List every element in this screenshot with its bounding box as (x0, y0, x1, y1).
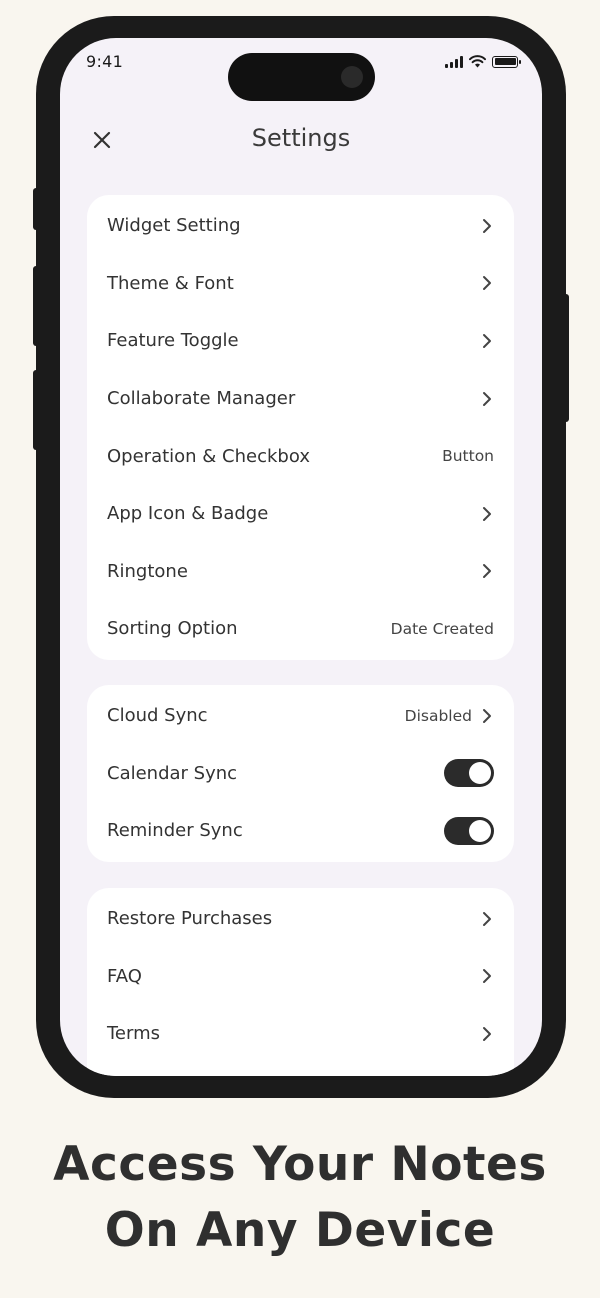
settings-group-support: Restore Purchases FAQ Terms (87, 888, 514, 1076)
settings-row-reminder-sync[interactable]: Reminder Sync (87, 802, 514, 860)
settings-row-label: Widget Setting (107, 215, 241, 237)
settings-row-accessory (444, 759, 494, 788)
settings-row-label: Calendar Sync (107, 762, 238, 784)
toggle-switch[interactable] (444, 816, 494, 845)
cellular-signal-icon (445, 55, 463, 68)
dynamic-island (228, 53, 375, 101)
settings-row-cloud-sync[interactable]: Cloud Sync Disabled (87, 687, 514, 745)
chevron-right-icon (480, 275, 494, 291)
settings-row-calendar-sync[interactable]: Calendar Sync (87, 745, 514, 803)
chevron-right-icon (480, 506, 494, 522)
settings-row-feature-toggle[interactable]: Feature Toggle (87, 312, 514, 370)
settings-row-label: Sorting Option (107, 618, 238, 640)
settings-row-accessory: Disabled (405, 707, 494, 725)
settings-row-label: Theme & Font (107, 272, 234, 294)
chevron-right-icon (480, 333, 494, 349)
wifi-icon (469, 55, 486, 68)
power-button (563, 294, 569, 422)
settings-row-accessory: Button (442, 447, 494, 465)
chevron-right-icon (480, 218, 494, 234)
chevron-right-icon (480, 708, 494, 724)
settings-row-label: Collaborate Manager (107, 388, 296, 410)
settings-row-accessory (480, 1026, 494, 1042)
settings-row-accessory (480, 333, 494, 349)
settings-row-ringtone[interactable]: Ringtone (87, 543, 514, 601)
settings-row-label: FAQ (107, 965, 142, 987)
settings-row-operation-and-checkbox[interactable]: Operation & Checkbox Button (87, 427, 514, 485)
settings-row-theme-and-font[interactable]: Theme & Font (87, 255, 514, 313)
settings-row-label: App Icon & Badge (107, 503, 269, 525)
action-button (33, 188, 39, 230)
settings-row-widget-setting[interactable]: Widget Setting (87, 197, 514, 255)
page-title: Settings (251, 124, 351, 152)
settings-row-sorting-option[interactable]: Sorting Option Date Created (87, 600, 514, 658)
settings-row-value: Button (442, 447, 494, 466)
settings-row-accessory: Date Created (391, 620, 494, 638)
settings-row-collaborate-manager[interactable]: Collaborate Manager (87, 370, 514, 428)
battery-icon (492, 55, 521, 68)
settings-row-accessory (480, 911, 494, 927)
toggle-knob (469, 762, 491, 785)
settings-row-accessory (480, 563, 494, 579)
volume-up-button (33, 266, 39, 346)
caption-line-2: On Any Device (104, 1203, 496, 1258)
settings-row-label: Ringtone (107, 560, 188, 582)
chevron-right-icon (480, 911, 494, 927)
toggle-knob (469, 819, 491, 842)
settings-row-label: Reminder Sync (107, 820, 243, 842)
settings-row-accessory (444, 816, 494, 845)
chevron-right-icon (480, 563, 494, 579)
settings-row-label: Restore Purchases (107, 908, 273, 930)
caption-line-1: Access Your Notes (53, 1137, 547, 1192)
settings-row-terms[interactable]: Terms (87, 1005, 514, 1063)
settings-row-app-icon-and-badge[interactable]: App Icon & Badge (87, 485, 514, 543)
settings-row-value: Date Created (390, 619, 494, 638)
settings-row-label: Feature Toggle (107, 330, 239, 352)
promo-caption: Access Your Notes On Any Device (0, 1132, 600, 1264)
settings-row-label: Operation & Checkbox (107, 445, 310, 467)
settings-group-general: Widget Setting Theme & Font Feature Toggle… (87, 195, 514, 660)
settings-row-faq[interactable]: FAQ (87, 948, 514, 1006)
settings-row-accessory (480, 968, 494, 984)
settings-row-restore-purchases[interactable]: Restore Purchases (87, 890, 514, 948)
settings-row-accessory (480, 275, 494, 291)
settings-row-accessory (480, 391, 494, 407)
settings-row-accessory (480, 506, 494, 522)
settings-row-label: Terms (107, 1023, 161, 1045)
settings-row-label: Cloud Sync (107, 705, 208, 727)
toggle-switch[interactable] (444, 759, 494, 788)
settings-row-value: Disabled (404, 706, 472, 725)
chevron-right-icon (480, 391, 494, 407)
settings-group-sync: Cloud Sync Disabled Calendar Sync Reminder … (87, 685, 514, 862)
phone-screen: 9:41 Settings Widget Setting Theme & Font… (60, 38, 542, 1076)
chevron-right-icon (480, 1026, 494, 1042)
status-indicators (445, 55, 521, 68)
settings-row-accessory (480, 218, 494, 234)
status-time: 9:41 (86, 52, 124, 71)
volume-down-button (33, 370, 39, 450)
chevron-right-icon (480, 968, 494, 984)
